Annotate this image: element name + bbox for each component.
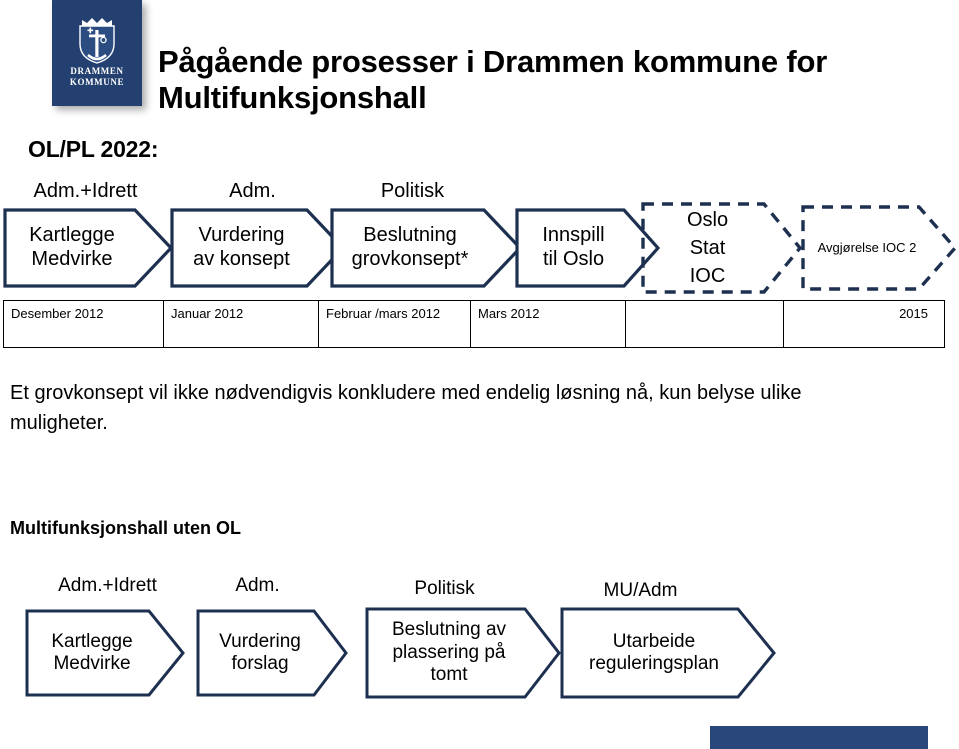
step2-caption-adm: Adm. xyxy=(235,575,280,596)
process-step-label: Innspill til Oslo xyxy=(542,224,605,270)
section-heading-ol: OL/PL 2022: xyxy=(28,136,159,162)
process-step-label: Beslutning av plassering på tomt xyxy=(391,619,507,686)
timeline-cell: Januar 2012 xyxy=(164,301,319,347)
process-step-label: Avgjørelse IOC 2 xyxy=(817,240,917,256)
step-caption-politisk: Politisk xyxy=(380,180,445,202)
section-heading-uten-ol: Multifunksjonshall uten OL xyxy=(10,518,241,538)
process-step-label: Vurdering forslag xyxy=(219,630,301,674)
page-title: Pågående prosesser i Drammen kommune for… xyxy=(158,44,828,115)
process-step-label: Vurdering av konsept xyxy=(193,224,290,270)
process-step-beslutning-grovkonsept[interactable]: Beslutning grovkonsept* xyxy=(330,208,522,288)
step-caption-adm: Adm. xyxy=(229,180,276,202)
step2-caption-politisk: Politisk xyxy=(414,578,475,599)
step-caption-adm-idrett: Adm.+Idrett xyxy=(33,180,138,202)
process-step-innspill-til-oslo[interactable]: Innspill til Oslo xyxy=(515,208,660,288)
timeline-cell: 2015 xyxy=(899,306,928,321)
process-step-label: Oslo Stat IOC xyxy=(686,209,729,287)
process-step-label: Utarbeide reguleringsplan xyxy=(589,630,719,674)
drammen-kommune-logo: DRAMMEN KOMMUNE xyxy=(52,0,142,106)
process-step-oslo-stat-ioc[interactable]: Oslo Stat IOC xyxy=(640,200,803,296)
logo-line-1: DRAMMEN xyxy=(70,66,124,76)
process2-step-vurdering-forslag[interactable]: Vurdering forslag xyxy=(196,609,348,697)
timeline-table: Desember 2012 Januar 2012 Februar /mars … xyxy=(3,300,945,348)
timeline-cell xyxy=(626,301,784,347)
footer-accent-bar xyxy=(710,726,928,749)
timeline-cell: Desember 2012 xyxy=(4,301,164,347)
logo-line-2: KOMMUNE xyxy=(69,77,125,87)
process2-step-kartlegge-medvirke[interactable]: Kartlegge Medvirke xyxy=(25,609,185,697)
process-step-avgjorelse-ioc-2[interactable]: Avgjørelse IOC 2 xyxy=(800,203,958,293)
process-step-label: Kartlegge Medvirke xyxy=(51,630,133,674)
process-step-vurdering-av-konsept[interactable]: Vurdering av konsept xyxy=(170,208,345,288)
coat-of-arms-icon xyxy=(74,14,120,64)
process-step-kartlegge-medvirke[interactable]: Kartlegge Medvirke xyxy=(3,208,173,288)
step2-caption-mu-adm: MU/Adm xyxy=(603,580,678,601)
process2-step-beslutning-plassering[interactable]: Beslutning av plassering på tomt xyxy=(365,607,561,699)
step2-caption-adm-idrett: Adm.+Idrett xyxy=(58,575,157,596)
timeline-cell: Februar /mars 2012 xyxy=(319,301,471,347)
logo-text: DRAMMEN KOMMUNE xyxy=(52,66,142,88)
timeline-cell: Mars 2012 xyxy=(471,301,626,347)
process2-step-utarbeide-reguleringsplan[interactable]: Utarbeide reguleringsplan xyxy=(560,607,776,699)
process-step-label: Beslutning grovkonsept* xyxy=(351,224,469,270)
body-paragraph: Et grovkonsept vil ikke nødvendigvis kon… xyxy=(10,382,802,434)
process-step-label: Kartlegge Medvirke xyxy=(29,224,115,270)
